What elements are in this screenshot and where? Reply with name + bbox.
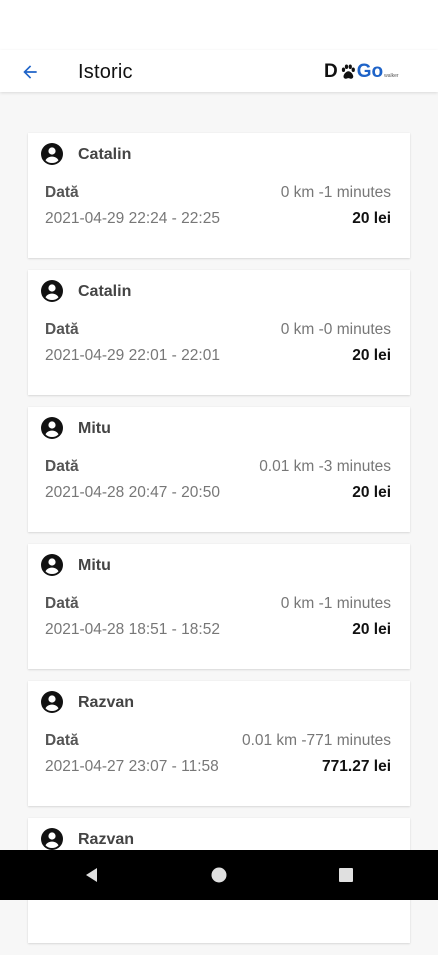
- distance-duration: 0.01 km -771 minutes: [241, 732, 391, 749]
- history-list: Catalin Dată 0 km -1 minutes 2021-04-29 …: [28, 133, 410, 955]
- date-label: Dată: [45, 595, 79, 612]
- triangle-back-icon[interactable]: [82, 865, 102, 885]
- user-account-icon: [41, 691, 63, 713]
- date-range: 2021-04-28 18:51 - 18:52: [45, 621, 220, 638]
- dogo-logo: D Go walker: [324, 61, 399, 83]
- date-range: 2021-04-27 23:07 - 11:58: [45, 758, 219, 775]
- user-name: Catalin: [78, 146, 132, 163]
- history-card[interactable]: Razvan Dată 0.01 km -771 minutes 2021-04…: [28, 681, 410, 806]
- date-label: Dată: [45, 321, 79, 338]
- user-account-icon: [41, 554, 63, 576]
- history-card[interactable]: Mitu Dată 0 km -1 minutes 2021-04-28 18:…: [28, 544, 410, 669]
- square-recents-icon[interactable]: [336, 865, 356, 885]
- price: 20 lei: [352, 484, 391, 501]
- paw-icon: [341, 64, 355, 79]
- user-name: Razvan: [78, 694, 135, 711]
- date-label: Dată: [45, 458, 79, 475]
- date-label: Dată: [45, 732, 79, 749]
- price: 20 lei: [352, 210, 391, 227]
- arrow-left-icon: [23, 65, 37, 79]
- price: 20 lei: [352, 347, 391, 364]
- distance-duration: 0 km -1 minutes: [280, 184, 391, 201]
- app-bar: Istoric D Go walker: [0, 50, 438, 92]
- user-account-icon: [41, 280, 63, 302]
- history-card[interactable]: Mitu Dată 0.01 km -3 minutes 2021-04-28 …: [28, 407, 410, 532]
- history-card[interactable]: Catalin Dată 0 km -0 minutes 2021-04-29 …: [28, 270, 410, 395]
- page-title: Istoric: [78, 61, 133, 83]
- distance-duration: 0 km -1 minutes: [280, 595, 391, 612]
- user-name: Catalin: [78, 283, 132, 300]
- status-bar: [0, 0, 438, 50]
- distance-duration: 0.01 km -3 minutes: [259, 458, 391, 475]
- price: 20 lei: [352, 621, 391, 638]
- logo-letters-go: Go: [356, 61, 384, 82]
- logo-subtext: walker: [384, 73, 399, 79]
- history-card[interactable]: Catalin Dată 0 km -1 minutes 2021-04-29 …: [28, 133, 410, 258]
- user-account-icon: [41, 828, 63, 850]
- date-range: 2021-04-29 22:24 - 22:25: [45, 210, 220, 227]
- circle-home-icon[interactable]: [209, 865, 229, 885]
- back-button[interactable]: [16, 58, 44, 86]
- distance-duration: 0 km -0 minutes: [280, 321, 391, 338]
- date-range: 2021-04-29 22:01 - 22:01: [45, 347, 220, 364]
- system-navigation-bar: [0, 850, 438, 900]
- user-account-icon: [41, 417, 63, 439]
- date-range: 2021-04-28 20:47 - 20:50: [45, 484, 220, 501]
- date-label: Dată: [45, 184, 79, 201]
- price: 771.27 lei: [322, 758, 391, 775]
- user-name: Mitu: [78, 557, 111, 574]
- user-name: Mitu: [78, 420, 111, 437]
- user-account-icon: [41, 143, 63, 165]
- user-name: Razvan: [78, 831, 135, 848]
- logo-letter-d: D: [324, 61, 338, 82]
